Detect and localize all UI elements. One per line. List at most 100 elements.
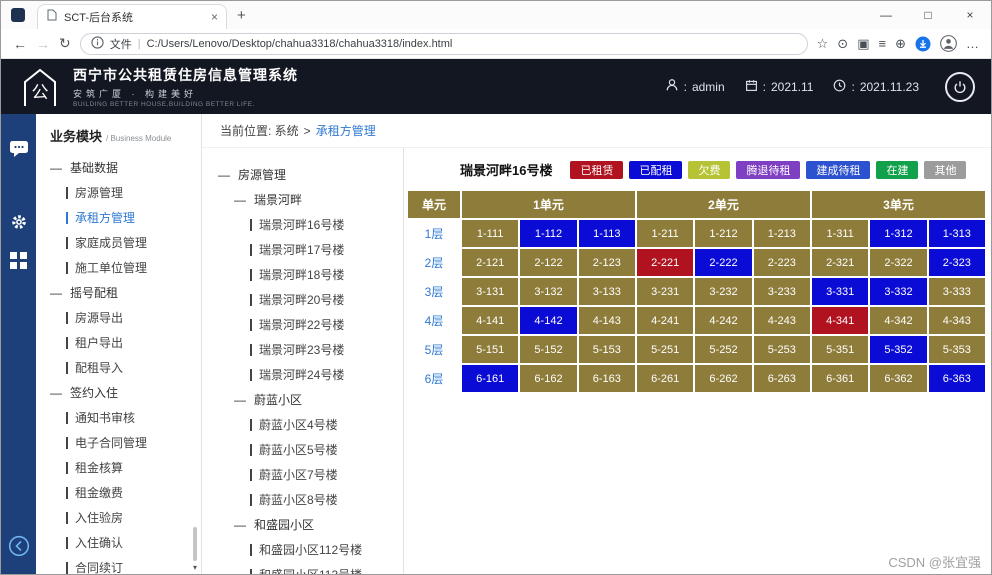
room-cell[interactable]: 2-222 bbox=[695, 249, 752, 276]
room-cell[interactable]: 6-263 bbox=[753, 365, 810, 392]
tree-building-node[interactable]: 蔚蓝小区5号楼 bbox=[202, 437, 403, 462]
breadcrumb-current[interactable]: 承租方管理 bbox=[316, 122, 376, 139]
favorites-bar-icon[interactable]: ≡ bbox=[879, 36, 887, 51]
room-cell[interactable]: 2-121 bbox=[462, 249, 519, 276]
room-cell[interactable]: 4-142 bbox=[520, 307, 577, 334]
room-cell[interactable]: 3-331 bbox=[811, 278, 869, 305]
logout-power-button[interactable] bbox=[945, 71, 975, 102]
menu-item[interactable]: 配租导入 bbox=[36, 355, 201, 380]
room-cell[interactable]: 2-122 bbox=[520, 249, 577, 276]
minimize-button[interactable]: — bbox=[865, 1, 907, 29]
tree-building-node[interactable]: 瑞景河畔22号楼 bbox=[202, 312, 403, 337]
menu-item[interactable]: 入住确认 bbox=[36, 530, 201, 555]
menu-item[interactable]: 施工单位管理 bbox=[36, 255, 201, 280]
room-cell[interactable]: 1-211 bbox=[636, 220, 694, 247]
room-cell[interactable]: 4-143 bbox=[578, 307, 635, 334]
room-cell[interactable]: 2-323 bbox=[928, 249, 985, 276]
file-info-icon[interactable] bbox=[91, 35, 104, 52]
tree-building-node[interactable]: 瑞景河畔24号楼 bbox=[202, 362, 403, 387]
maximize-button[interactable]: □ bbox=[907, 1, 949, 29]
forward-button[interactable]: → bbox=[36, 36, 50, 52]
room-cell[interactable]: 6-363 bbox=[928, 365, 985, 392]
menu-item[interactable]: 房源管理 bbox=[36, 180, 201, 205]
menu-section[interactable]: — 摇号配租 bbox=[36, 280, 201, 305]
room-cell[interactable]: 4-141 bbox=[462, 307, 519, 334]
room-cell[interactable]: 3-231 bbox=[636, 278, 694, 305]
room-cell[interactable]: 3-131 bbox=[462, 278, 519, 305]
room-cell[interactable]: 1-213 bbox=[753, 220, 810, 247]
tab-close-icon[interactable]: × bbox=[211, 10, 218, 24]
close-button[interactable]: × bbox=[949, 1, 991, 29]
room-cell[interactable]: 6-261 bbox=[636, 365, 694, 392]
room-cell[interactable]: 3-233 bbox=[753, 278, 810, 305]
room-cell[interactable]: 4-342 bbox=[870, 307, 927, 334]
room-cell[interactable]: 3-132 bbox=[520, 278, 577, 305]
tree-building-node[interactable]: 瑞景河畔23号楼 bbox=[202, 337, 403, 362]
download-update-icon[interactable] bbox=[915, 36, 931, 52]
room-cell[interactable]: 1-112 bbox=[520, 220, 577, 247]
browser-menu-icon[interactable]: … bbox=[966, 36, 979, 51]
room-cell[interactable]: 3-332 bbox=[870, 278, 927, 305]
room-cell[interactable]: 5-152 bbox=[520, 336, 577, 363]
menu-item[interactable]: 电子合同管理 bbox=[36, 430, 201, 455]
tree-group-node[interactable]: — 和盛园小区 bbox=[202, 512, 403, 537]
menu-item[interactable]: 通知书审核 bbox=[36, 405, 201, 430]
menu-item[interactable]: 租户导出 bbox=[36, 330, 201, 355]
room-cell[interactable]: 4-242 bbox=[695, 307, 752, 334]
room-cell[interactable]: 4-343 bbox=[928, 307, 985, 334]
room-cell[interactable]: 1-111 bbox=[462, 220, 519, 247]
menu-item[interactable]: 房源导出 bbox=[36, 305, 201, 330]
tree-building-node[interactable]: 和盛园小区113号楼 bbox=[202, 562, 403, 574]
menu-item[interactable]: 合同续订 bbox=[36, 555, 201, 574]
room-cell[interactable]: 1-312 bbox=[870, 220, 927, 247]
favorites-icon[interactable]: ☆ bbox=[817, 36, 829, 52]
tree-root-node[interactable]: — 房源管理 bbox=[202, 162, 403, 187]
room-cell[interactable]: 2-221 bbox=[636, 249, 694, 276]
room-cell[interactable]: 6-162 bbox=[520, 365, 577, 392]
scroll-down-icon[interactable]: ▾ bbox=[193, 563, 197, 572]
room-cell[interactable]: 5-353 bbox=[928, 336, 985, 363]
menu-item[interactable]: 入住验房 bbox=[36, 505, 201, 530]
tree-building-node[interactable]: 蔚蓝小区8号楼 bbox=[202, 487, 403, 512]
back-button[interactable]: ← bbox=[13, 36, 27, 52]
room-cell[interactable]: 3-133 bbox=[578, 278, 635, 305]
extensions-icon[interactable]: ⊕ bbox=[895, 36, 906, 52]
room-cell[interactable]: 4-341 bbox=[811, 307, 869, 334]
room-cell[interactable]: 3-232 bbox=[695, 278, 752, 305]
tree-building-node[interactable]: 瑞景河畔18号楼 bbox=[202, 262, 403, 287]
profile-avatar[interactable] bbox=[940, 35, 957, 52]
room-cell[interactable]: 1-113 bbox=[578, 220, 635, 247]
room-cell[interactable]: 5-151 bbox=[462, 336, 519, 363]
room-cell[interactable]: 5-252 bbox=[695, 336, 752, 363]
menu-section[interactable]: — 签约入住 bbox=[36, 380, 201, 405]
tree-group-node[interactable]: — 瑞景河畔 bbox=[202, 187, 403, 212]
settings-gear-icon[interactable] bbox=[10, 213, 28, 236]
menu-scrollbar[interactable]: ▾ bbox=[190, 527, 200, 572]
menu-section[interactable]: — 基础数据 bbox=[36, 155, 201, 180]
menu-item[interactable]: 租金缴费 bbox=[36, 480, 201, 505]
message-icon[interactable] bbox=[9, 140, 29, 163]
address-bar[interactable]: 文件 | C:/Users/Lenovo/Desktop/chahua3318/… bbox=[79, 32, 808, 55]
room-cell[interactable]: 5-352 bbox=[870, 336, 927, 363]
room-cell[interactable]: 2-322 bbox=[870, 249, 927, 276]
tree-group-node[interactable]: — 蔚蓝小区 bbox=[202, 387, 403, 412]
workspace-icon[interactable] bbox=[11, 8, 25, 22]
menu-item[interactable]: 承租方管理 bbox=[36, 205, 201, 230]
tree-building-node[interactable]: 瑞景河畔17号楼 bbox=[202, 237, 403, 262]
split-screen-icon[interactable]: ▣ bbox=[857, 36, 869, 52]
tree-building-node[interactable]: 瑞景河畔16号楼 bbox=[202, 212, 403, 237]
room-cell[interactable]: 1-313 bbox=[928, 220, 985, 247]
menu-item[interactable]: 家庭成员管理 bbox=[36, 230, 201, 255]
room-cell[interactable]: 6-361 bbox=[811, 365, 869, 392]
room-cell[interactable]: 2-223 bbox=[753, 249, 810, 276]
tree-building-node[interactable]: 和盛园小区112号楼 bbox=[202, 537, 403, 562]
room-cell[interactable]: 3-333 bbox=[928, 278, 985, 305]
tree-building-node[interactable]: 瑞景河畔20号楼 bbox=[202, 287, 403, 312]
apps-grid-icon[interactable] bbox=[10, 252, 27, 269]
room-cell[interactable]: 1-212 bbox=[695, 220, 752, 247]
room-cell[interactable]: 5-351 bbox=[811, 336, 869, 363]
new-tab-button[interactable]: + bbox=[237, 7, 246, 24]
room-cell[interactable]: 1-311 bbox=[811, 220, 869, 247]
scrollbar-thumb[interactable] bbox=[193, 527, 197, 561]
collapse-sidebar-icon[interactable] bbox=[8, 535, 30, 562]
